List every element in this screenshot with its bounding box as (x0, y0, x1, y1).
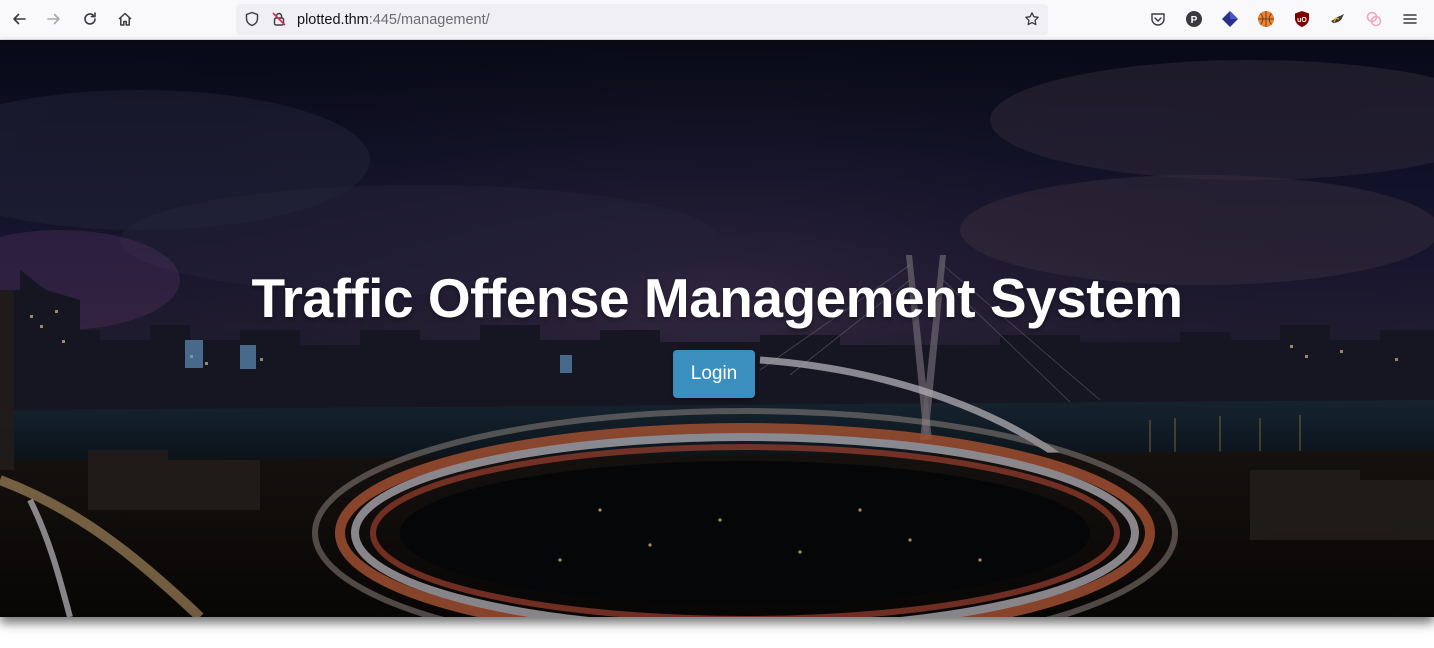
shield-icon[interactable] (244, 11, 260, 27)
pocket-icon[interactable] (1149, 10, 1167, 28)
svg-text:P: P (1191, 15, 1198, 26)
url-host: plotted.thm (297, 12, 369, 28)
page-title: Traffic Offense Management System (251, 267, 1183, 329)
browser-toolbar: plotted.thm:445/management/ P uO (0, 0, 1434, 40)
hamburger-menu-icon[interactable] (1401, 10, 1419, 28)
bookmark-star-icon[interactable] (1024, 11, 1040, 27)
p-badge-icon[interactable]: P (1185, 10, 1203, 28)
basketball-extension-icon[interactable] (1257, 10, 1275, 28)
url-text[interactable]: plotted.thm:445/management/ (297, 12, 490, 28)
url-bar[interactable]: plotted.thm:445/management/ (236, 4, 1048, 35)
diamond-extension-icon[interactable] (1221, 10, 1239, 28)
svg-text:uO: uO (1297, 17, 1307, 24)
url-path: :445/management/ (368, 12, 490, 28)
hero-banner: Traffic Offense Management System Login (0, 40, 1434, 617)
back-arrow-icon[interactable] (4, 4, 34, 34)
login-button[interactable]: Login (673, 350, 755, 398)
reload-icon[interactable] (75, 4, 105, 34)
home-icon[interactable] (110, 4, 140, 34)
pink-extension-icon[interactable] (1365, 10, 1383, 28)
bird-extension-icon[interactable] (1329, 10, 1347, 28)
insecure-lock-icon[interactable] (271, 11, 287, 27)
forward-arrow-icon[interactable] (39, 4, 69, 34)
ublock-icon[interactable]: uO (1293, 10, 1311, 28)
